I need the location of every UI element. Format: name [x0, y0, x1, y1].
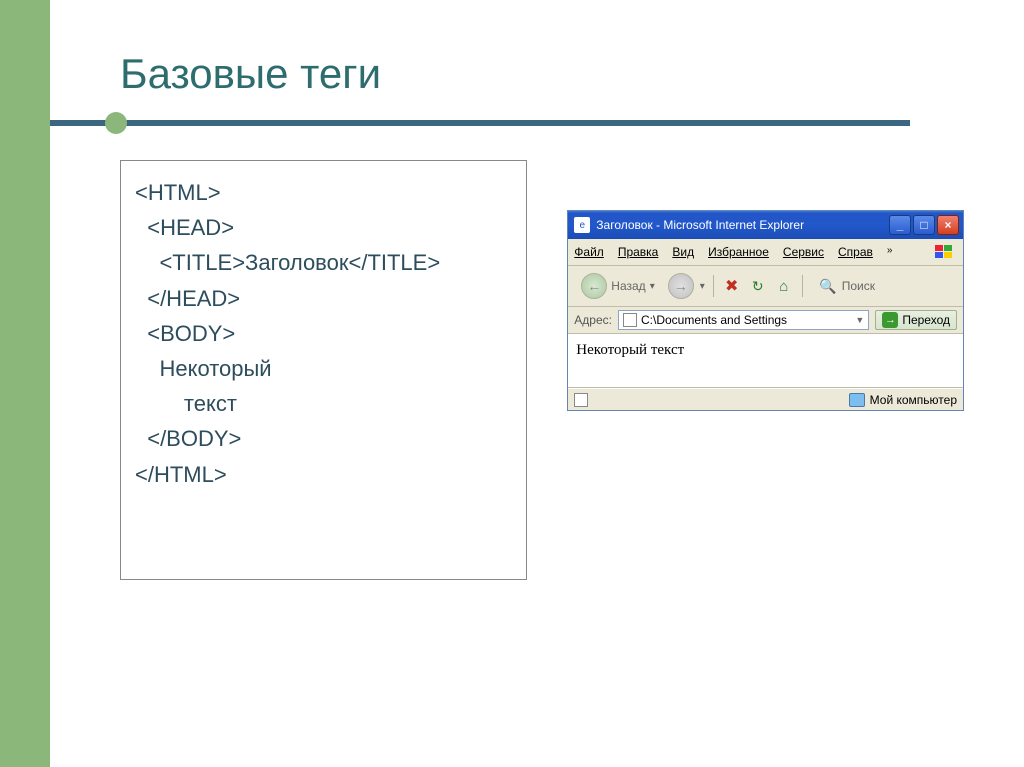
windows-flag-icon — [931, 242, 957, 262]
code-line: <TITLE>Заголовок</TITLE> — [135, 245, 512, 280]
go-label: Переход — [902, 313, 950, 327]
menu-overflow-icon[interactable]: » — [887, 245, 893, 259]
address-value: C:\Documents and Settings — [641, 313, 787, 327]
code-sample-box: <HTML> <HEAD> <TITLE>Заголовок</TITLE> <… — [120, 160, 527, 580]
address-input[interactable]: C:\Documents and Settings ▼ — [618, 310, 869, 330]
ie-icon: e — [574, 217, 590, 233]
status-zone: Мой компьютер — [870, 393, 957, 407]
menubar: Файл Правка Вид Избранное Сервис Справ » — [568, 239, 963, 266]
separator — [713, 275, 714, 297]
address-label: Адрес: — [574, 313, 612, 327]
menu-tools[interactable]: Сервис — [783, 245, 824, 259]
menu-view[interactable]: Вид — [672, 245, 694, 259]
search-button[interactable]: 🔍 Поиск — [811, 273, 882, 299]
code-line: </HEAD> — [135, 281, 512, 316]
slide-body: Базовые теги <HTML> <HEAD> <TITLE>Заголо… — [50, 0, 1024, 767]
document-icon — [623, 313, 637, 327]
search-icon: 🔍 — [818, 276, 838, 296]
refresh-icon[interactable]: ↻ — [748, 276, 768, 296]
code-line: текст — [135, 386, 512, 421]
status-right: Мой компьютер — [849, 393, 957, 407]
menu-favorites[interactable]: Избранное — [708, 245, 769, 259]
my-computer-icon — [849, 393, 865, 407]
back-icon: ← — [581, 273, 607, 299]
maximize-button[interactable]: □ — [913, 215, 935, 235]
slide-accent-bar — [0, 0, 50, 767]
page-content-text: Некоторый текст — [576, 342, 684, 358]
separator — [802, 275, 803, 297]
underline-bar — [50, 120, 910, 126]
dropdown-icon[interactable]: ▼ — [855, 315, 864, 325]
page-viewport: Некоторый текст — [568, 334, 963, 388]
menu-edit[interactable]: Правка — [618, 245, 659, 259]
window-controls: _ □ × — [889, 215, 959, 235]
titlebar-left: e Заголовок - Microsoft Internet Explore… — [574, 217, 804, 233]
code-line: </HTML> — [135, 457, 512, 492]
toolbar: ← Назад ▾ → ▾ ✖ ↻ ⌂ 🔍 Поиск — [568, 266, 963, 307]
go-button[interactable]: → Переход — [875, 310, 957, 330]
code-line: <HEAD> — [135, 210, 512, 245]
status-left — [574, 393, 588, 407]
close-button[interactable]: × — [937, 215, 959, 235]
dropdown-icon[interactable]: ▾ — [700, 281, 705, 292]
content-row: <HTML> <HEAD> <TITLE>Заголовок</TITLE> <… — [120, 160, 964, 580]
home-icon[interactable]: ⌂ — [774, 276, 794, 296]
status-bar: Мой компьютер — [568, 388, 963, 410]
underline-bullet — [105, 112, 127, 134]
go-arrow-icon: → — [882, 312, 898, 328]
address-bar: Адрес: C:\Documents and Settings ▼ → Пер… — [568, 307, 963, 334]
code-line: <HTML> — [135, 175, 512, 210]
minimize-button[interactable]: _ — [889, 215, 911, 235]
menubar-items: Файл Правка Вид Избранное Сервис Справ » — [574, 245, 892, 259]
forward-button[interactable]: → — [668, 273, 694, 299]
stop-icon[interactable]: ✖ — [722, 276, 742, 296]
back-label: Назад — [611, 279, 645, 293]
title-underline — [50, 116, 910, 130]
window-title: Заголовок - Microsoft Internet Explorer — [596, 218, 804, 232]
menu-file[interactable]: Файл — [574, 245, 604, 259]
titlebar[interactable]: e Заголовок - Microsoft Internet Explore… — [568, 211, 963, 239]
status-page-icon — [574, 393, 588, 407]
slide-title: Базовые теги — [120, 50, 964, 98]
menu-help[interactable]: Справ — [838, 245, 873, 259]
search-label: Поиск — [842, 279, 875, 293]
back-button[interactable]: ← Назад ▾ — [574, 270, 661, 302]
code-line: </BODY> — [135, 421, 512, 456]
dropdown-icon: ▾ — [650, 281, 655, 292]
code-line: <BODY> — [135, 316, 512, 351]
browser-window: e Заголовок - Microsoft Internet Explore… — [567, 210, 964, 411]
code-line: Некоторый — [135, 351, 512, 386]
